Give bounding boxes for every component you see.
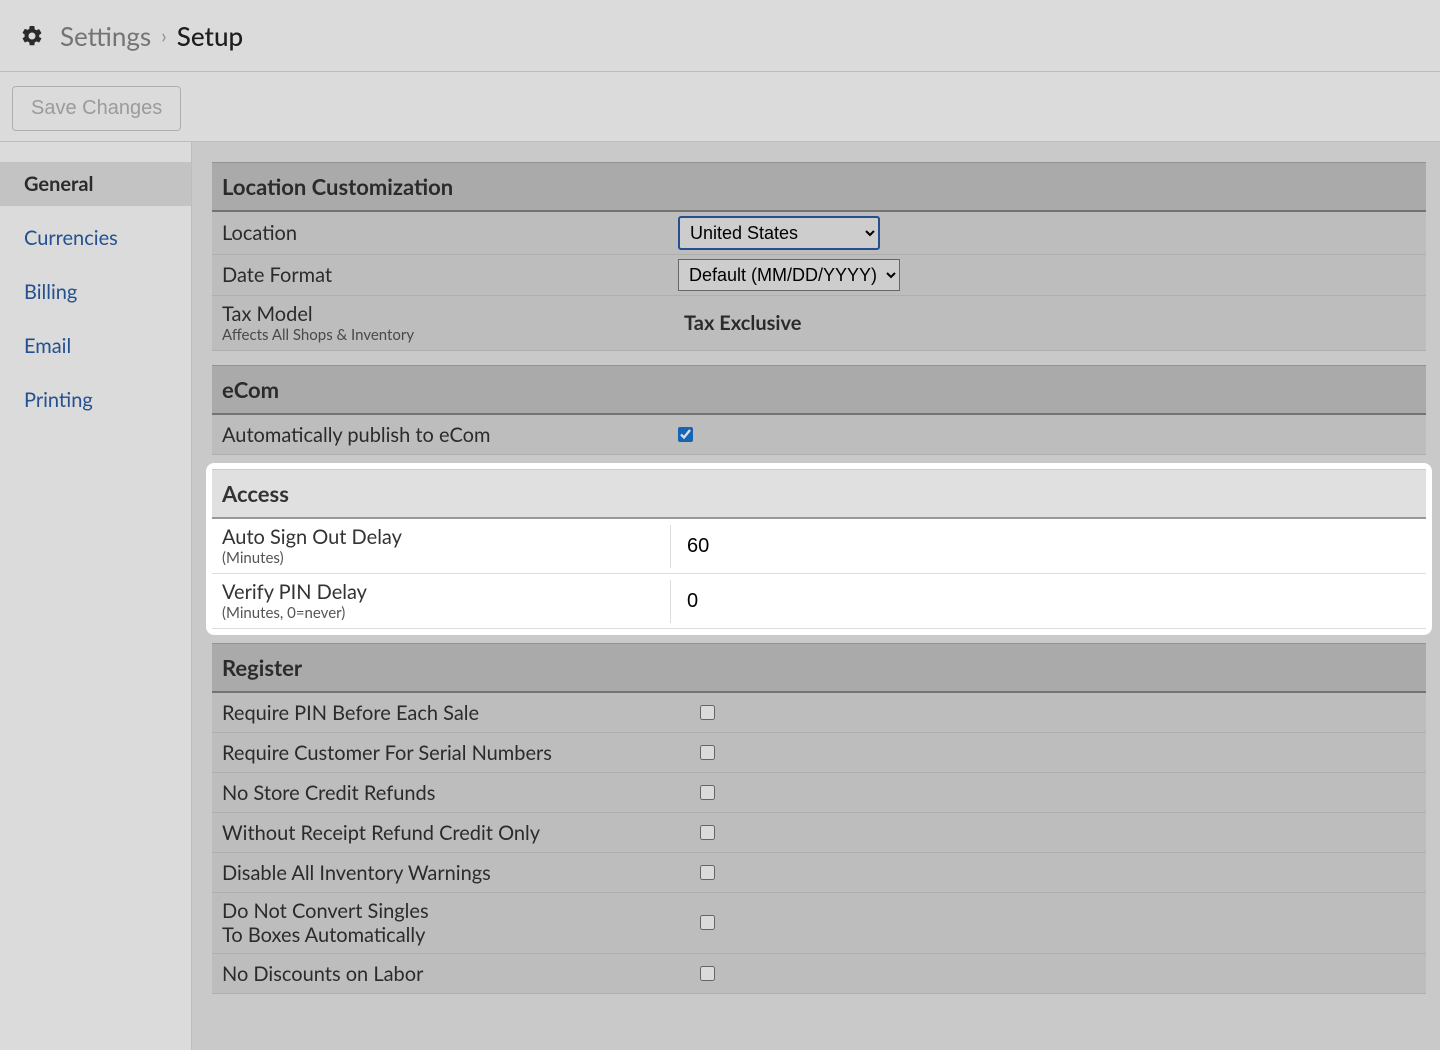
location-select[interactable]: United States: [678, 216, 880, 250]
register-row-label: Require Customer For Serial Numbers: [212, 735, 670, 771]
section-header-ecom: eCom: [212, 365, 1426, 415]
section-header-register: Register: [212, 643, 1426, 693]
register-row-checkbox[interactable]: [700, 966, 715, 981]
auto-signout-input[interactable]: [679, 529, 1418, 564]
date-format-label: Date Format: [212, 257, 670, 293]
sidebar-item-billing[interactable]: Billing: [0, 270, 191, 314]
register-row-checkbox[interactable]: [700, 745, 715, 760]
section-access: Access Auto Sign Out Delay (Minutes) Ver…: [212, 469, 1426, 629]
auto-signout-label: Auto Sign Out Delay (Minutes): [212, 519, 670, 573]
sidebar-item-general[interactable]: General: [0, 162, 191, 206]
tax-model-value: Tax Exclusive: [678, 311, 801, 335]
auto-publish-checkbox[interactable]: [678, 427, 693, 442]
register-row-checkbox[interactable]: [700, 785, 715, 800]
register-row-checkbox[interactable]: [700, 825, 715, 840]
auto-publish-label: Automatically publish to eCom: [212, 417, 670, 453]
save-button[interactable]: Save Changes: [12, 86, 181, 131]
tax-model-label: Tax Model Affects All Shops & Inventory: [212, 296, 670, 350]
verify-pin-input[interactable]: [679, 584, 1418, 619]
sidebar-item-email[interactable]: Email: [0, 324, 191, 368]
page-header: Settings › Setup: [0, 0, 1440, 72]
register-row-label: Do Not Convert Singles To Boxes Automati…: [212, 893, 670, 953]
location-label: Location: [212, 215, 670, 251]
gear-icon: [20, 24, 44, 48]
register-row-checkbox[interactable]: [700, 705, 715, 720]
register-row-label: Without Receipt Refund Credit Only: [212, 815, 670, 851]
toolbar: Save Changes: [0, 72, 1440, 142]
section-ecom: eCom Automatically publish to eCom: [212, 365, 1426, 455]
register-row-label: Disable All Inventory Warnings: [212, 855, 670, 891]
content-area: Location Customization Location United S…: [192, 142, 1440, 1050]
sidebar-item-printing[interactable]: Printing: [0, 378, 191, 422]
register-row-label: Require PIN Before Each Sale: [212, 695, 670, 731]
section-header-access: Access: [212, 469, 1426, 519]
section-header-location: Location Customization: [212, 162, 1426, 212]
verify-pin-label: Verify PIN Delay (Minutes, 0=never): [212, 574, 670, 628]
register-row-checkbox[interactable]: [700, 865, 715, 880]
breadcrumb-current: Setup: [177, 20, 243, 52]
breadcrumb-parent[interactable]: Settings: [60, 20, 151, 52]
date-format-select[interactable]: Default (MM/DD/YYYY): [678, 259, 900, 291]
register-row-checkbox[interactable]: [700, 915, 715, 930]
chevron-right-icon: ›: [161, 24, 167, 48]
sidebar: General Currencies Billing Email Printin…: [0, 142, 192, 1050]
register-row-label: No Store Credit Refunds: [212, 775, 670, 811]
register-row-label: No Discounts on Labor: [212, 956, 670, 992]
section-register: Register Require PIN Before Each Sale Re…: [212, 643, 1426, 994]
sidebar-item-currencies[interactable]: Currencies: [0, 216, 191, 260]
section-location: Location Customization Location United S…: [212, 162, 1426, 351]
